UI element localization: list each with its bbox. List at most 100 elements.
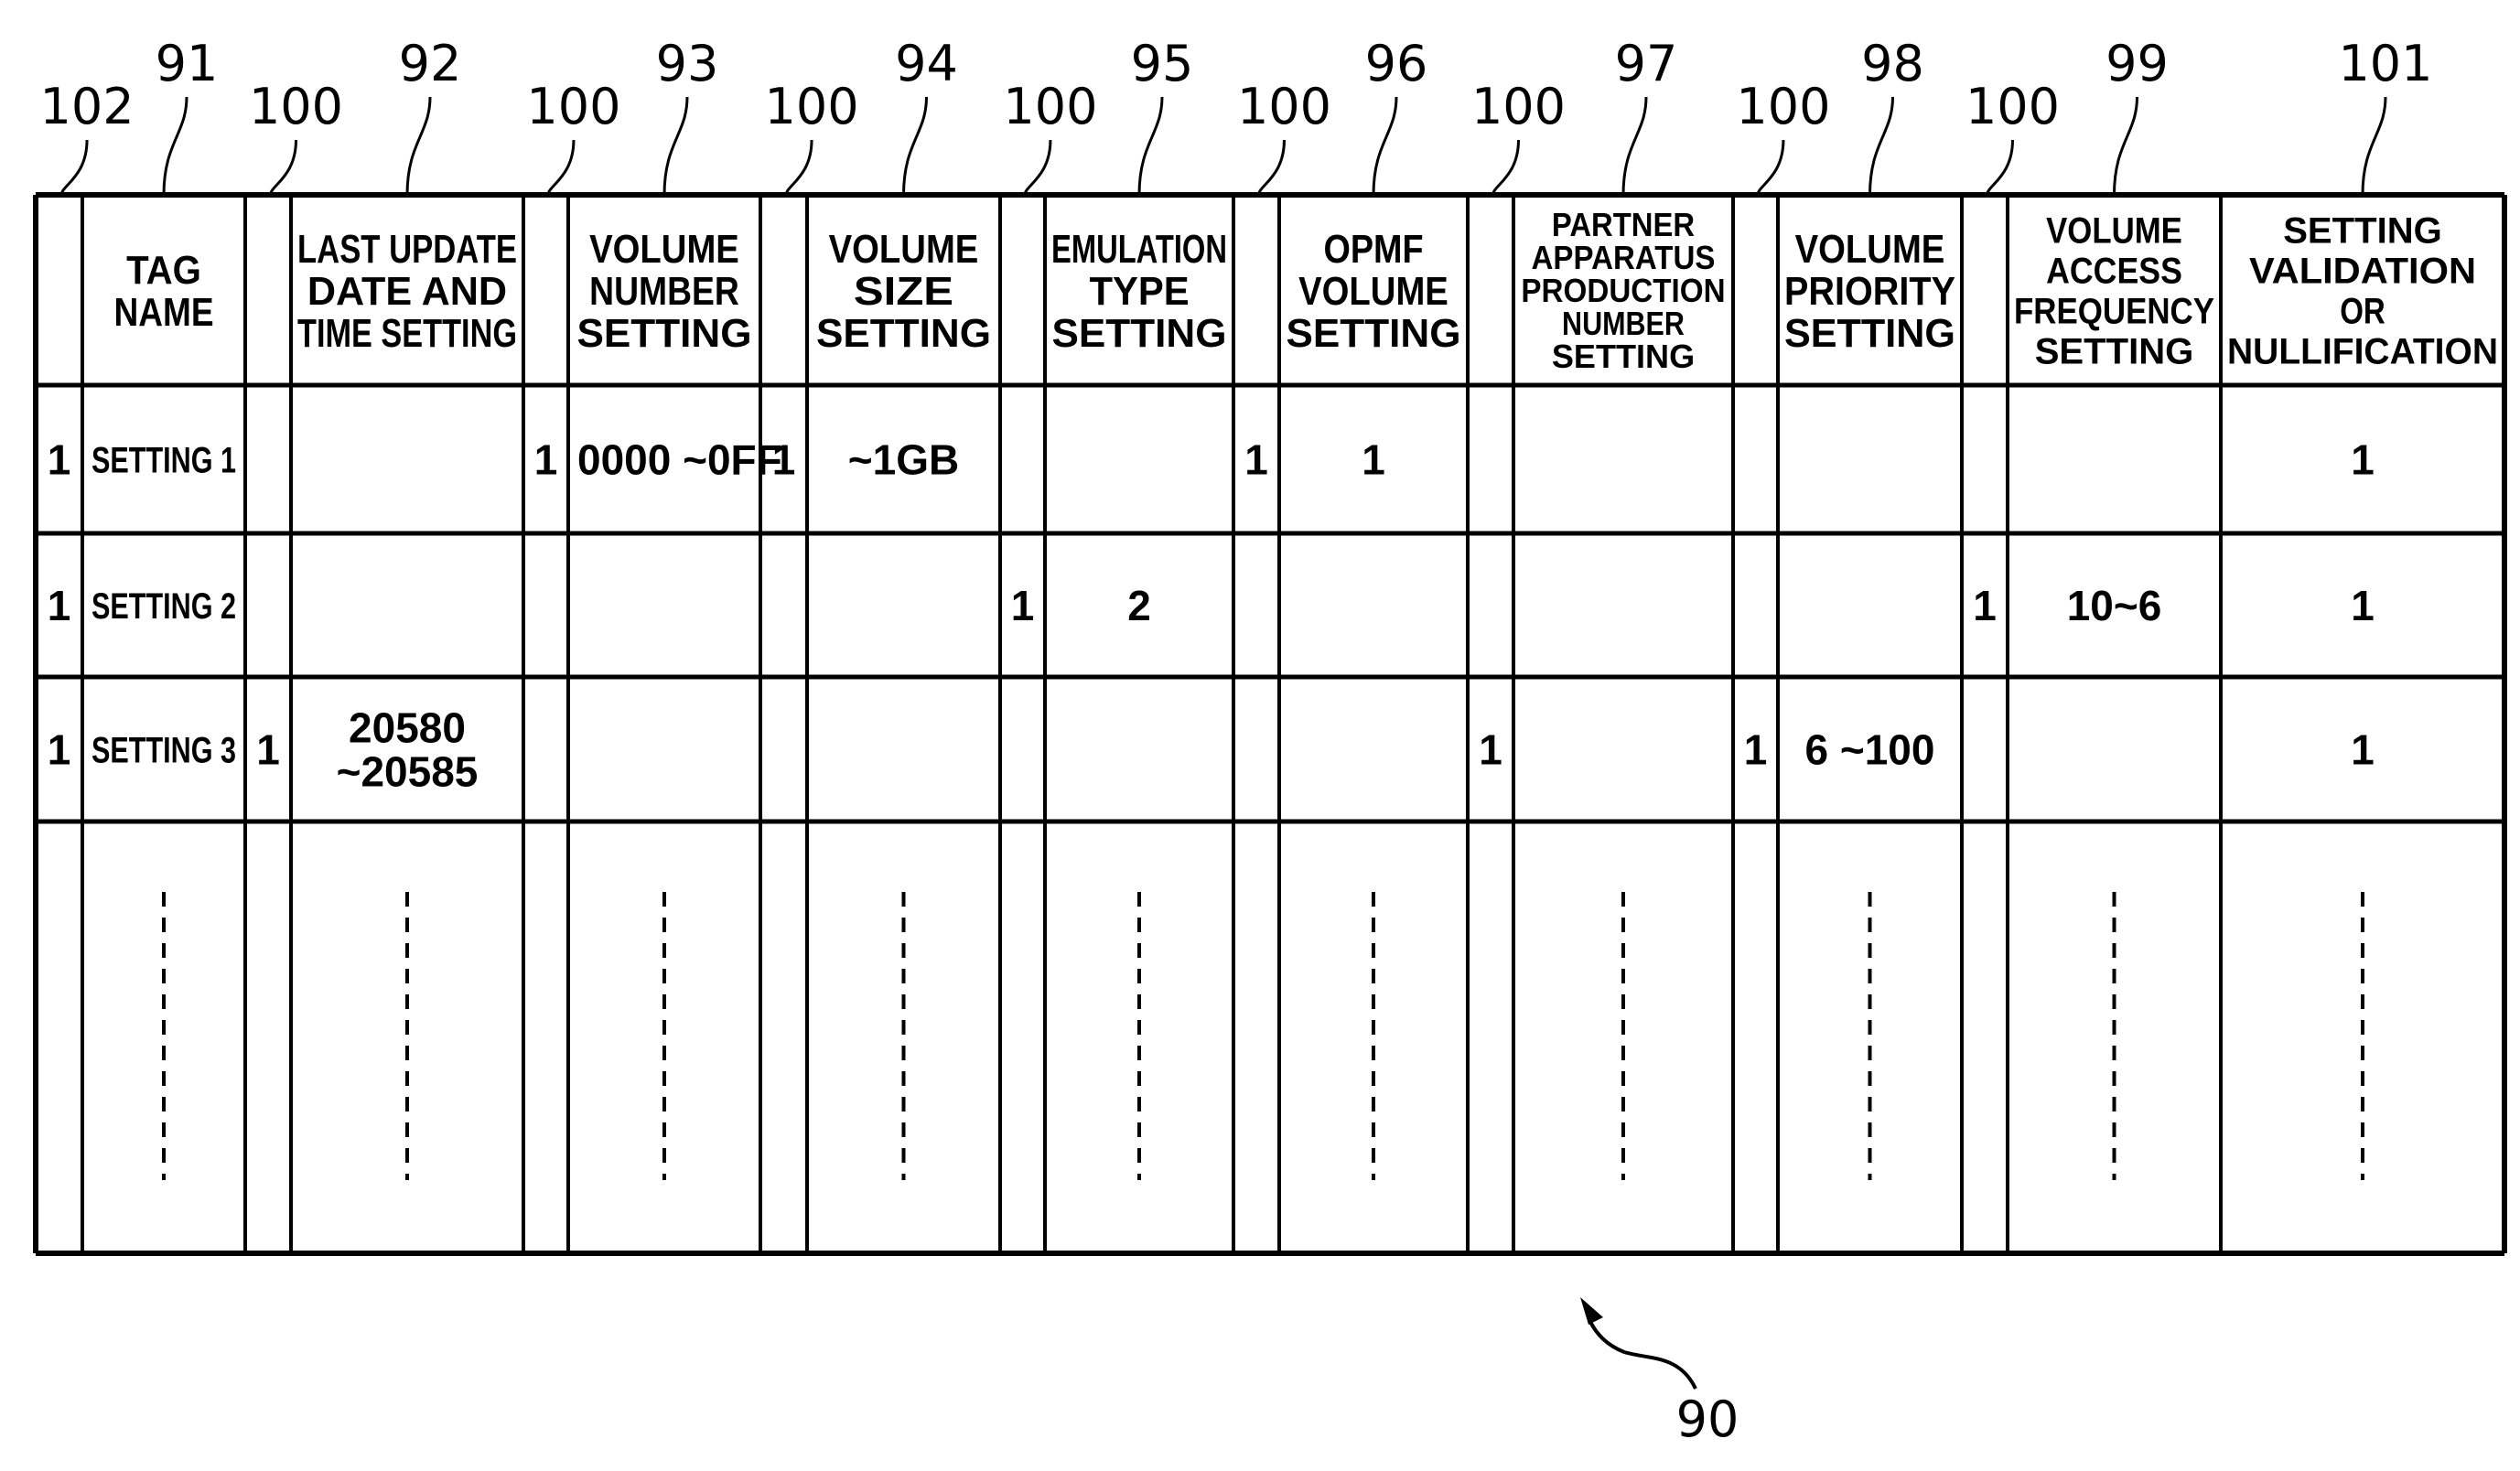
leader-line bbox=[1023, 139, 1052, 196]
column-header-line: SETTING bbox=[577, 311, 752, 356]
tag-name-cell: SETTING 2 bbox=[92, 586, 236, 627]
column-header-line: VOLUME bbox=[1795, 227, 1945, 272]
reference-numeral: 100 bbox=[526, 78, 620, 135]
column-header-line: VOLUME bbox=[829, 227, 979, 272]
leader-line bbox=[269, 139, 297, 196]
column-header: VOLUMESIZESETTING bbox=[816, 227, 991, 356]
flag-value: 1 bbox=[1479, 726, 1502, 774]
column-header-line: FREQUENCY bbox=[2014, 291, 2214, 331]
column-header-line: OPMF bbox=[1323, 227, 1423, 272]
column-header-line: VOLUME bbox=[1298, 269, 1448, 314]
column-header-line: APPARATUS bbox=[1532, 239, 1716, 276]
column-header-line: TAG bbox=[126, 248, 201, 293]
column-header-line: NAME bbox=[113, 290, 213, 335]
leader-line bbox=[784, 139, 813, 196]
reference-numeral: 91 bbox=[156, 35, 219, 92]
column-header: VOLUMENUMBERSETTING bbox=[577, 227, 752, 356]
reference-numeral: 100 bbox=[1471, 78, 1566, 135]
reference-numeral: 100 bbox=[1237, 78, 1331, 135]
column-header-line: SETTING bbox=[2035, 331, 2194, 371]
column-header-line: NULLIFICATION bbox=[2227, 331, 2498, 371]
column-header-line: SETTING bbox=[2283, 210, 2442, 251]
figure-number: 90 bbox=[1676, 1390, 1739, 1448]
reference-numeral: 102 bbox=[40, 78, 135, 135]
flag-value: 1 bbox=[1744, 726, 1768, 774]
tag-name-cell: SETTING 1 bbox=[92, 440, 236, 480]
reference-numeral: 100 bbox=[765, 78, 859, 135]
figure-reference-90: 90 bbox=[1580, 1297, 1739, 1448]
table-row: 1 SETTING 3 1 20580~20585 1 1 6 ~100 1 bbox=[48, 704, 2375, 796]
flag-value: 1 bbox=[48, 436, 71, 484]
column-header-line: VALIDATION bbox=[2249, 251, 2476, 291]
flag-value: 1 bbox=[48, 726, 71, 774]
flag-value: 1 bbox=[1244, 436, 1268, 484]
column-header: PARTNERAPPARATUSPRODUCTIONNUMBERSETTING bbox=[1521, 206, 1725, 375]
column-header-line: ACCESS bbox=[2046, 251, 2182, 291]
reference-numeral: 94 bbox=[895, 35, 958, 92]
setting-value: 6 ~100 bbox=[1805, 726, 1935, 774]
leader-line bbox=[1492, 139, 1520, 196]
setting-value: ~20585 bbox=[337, 748, 479, 796]
leader-line bbox=[1986, 139, 2014, 196]
leader-line bbox=[662, 96, 689, 196]
column-header-line: OR bbox=[2340, 291, 2385, 331]
setting-value: 10~6 bbox=[2067, 582, 2162, 629]
column-header-line: NUMBER bbox=[589, 269, 739, 314]
leader-line bbox=[902, 96, 928, 196]
table-header-row: TAGNAME LAST UPDATEDATE ANDTIME SETTING VO… bbox=[113, 206, 2498, 375]
flag-value: 1 bbox=[256, 726, 280, 774]
reference-numeral: 100 bbox=[249, 78, 343, 135]
column-header-line: SETTING bbox=[816, 311, 991, 356]
reference-numeral: 99 bbox=[2105, 35, 2169, 92]
reference-numeral: 97 bbox=[1615, 35, 1678, 92]
reference-numeral: 93 bbox=[656, 35, 719, 92]
column-header-line: SETTING bbox=[1784, 311, 1955, 356]
column-header-line: SIZE bbox=[854, 269, 953, 314]
leader-line bbox=[1868, 96, 1894, 196]
arrow-curve-icon bbox=[1588, 1321, 1697, 1390]
reference-labels: 102 91 100 92 100 93 100 94 100 95 100 96 100 97 100 98… bbox=[40, 35, 2433, 196]
column-header-line: EMULATION bbox=[1051, 227, 1227, 272]
column-header: EMULATIONTYPESETTING bbox=[1051, 227, 1227, 356]
leader-line bbox=[2361, 96, 2387, 196]
setting-value: 1 bbox=[2351, 436, 2375, 484]
setting-value: 1 bbox=[2351, 726, 2375, 774]
column-header: LAST UPDATEDATE ANDTIME SETTING bbox=[297, 227, 517, 356]
leader-line bbox=[162, 96, 188, 196]
setting-value: ~1GB bbox=[848, 436, 959, 484]
column-header: SETTINGVALIDATIONORNULLIFICATION bbox=[2227, 210, 2498, 371]
table-row: 1 SETTING 1 1 0000 ~0FF1 ~1GB 1 1 1 bbox=[48, 436, 2375, 484]
column-header-line: VOLUME bbox=[2046, 210, 2182, 251]
leader-line bbox=[1257, 139, 1286, 196]
reference-numeral: 98 bbox=[1861, 35, 1924, 92]
patent-figure-table-90: 102 91 100 92 100 93 100 94 100 95 100 96 100 97 100 98… bbox=[33, 35, 2507, 1448]
column-header-line: SETTING bbox=[1287, 311, 1461, 356]
column-header: VOLUMEACCESSFREQUENCYSETTING bbox=[2014, 210, 2214, 371]
column-header-line: PRODUCTION bbox=[1521, 272, 1725, 309]
setting-value: 1 bbox=[1362, 436, 1385, 484]
reference-numeral: 101 bbox=[2338, 35, 2432, 92]
reference-numeral: 95 bbox=[1131, 35, 1194, 92]
setting-value: 0000 ~0FF bbox=[577, 436, 782, 484]
leader-line bbox=[1621, 96, 1648, 196]
flag-value: 1 bbox=[48, 582, 71, 629]
flag-value: 1 bbox=[1011, 582, 1035, 629]
column-header-line: PARTNER bbox=[1552, 206, 1695, 243]
column-header-line: PRIORITY bbox=[1784, 269, 1955, 314]
leader-line bbox=[1137, 96, 1164, 196]
column-header-line: DATE AND bbox=[307, 269, 507, 314]
column-header-line: SETTING bbox=[1552, 338, 1695, 375]
column-header: OPMFVOLUMESETTING bbox=[1287, 227, 1461, 356]
arrowhead-icon bbox=[1580, 1297, 1603, 1325]
table-row: 1 SETTING 2 1 2 1 10~6 1 bbox=[48, 582, 2375, 629]
leader-line bbox=[2113, 96, 2138, 196]
tag-name-cell: SETTING 3 bbox=[92, 730, 236, 770]
leader-line bbox=[546, 139, 576, 196]
column-header-line: VOLUME bbox=[589, 227, 739, 272]
reference-numeral: 100 bbox=[1003, 78, 1097, 135]
column-header-line: LAST UPDATE bbox=[297, 227, 517, 272]
column-header-line: NUMBER bbox=[1562, 305, 1685, 342]
column-header-line: TYPE bbox=[1089, 269, 1189, 314]
leader-line bbox=[405, 96, 432, 196]
column-header: TAGNAME bbox=[113, 248, 213, 335]
